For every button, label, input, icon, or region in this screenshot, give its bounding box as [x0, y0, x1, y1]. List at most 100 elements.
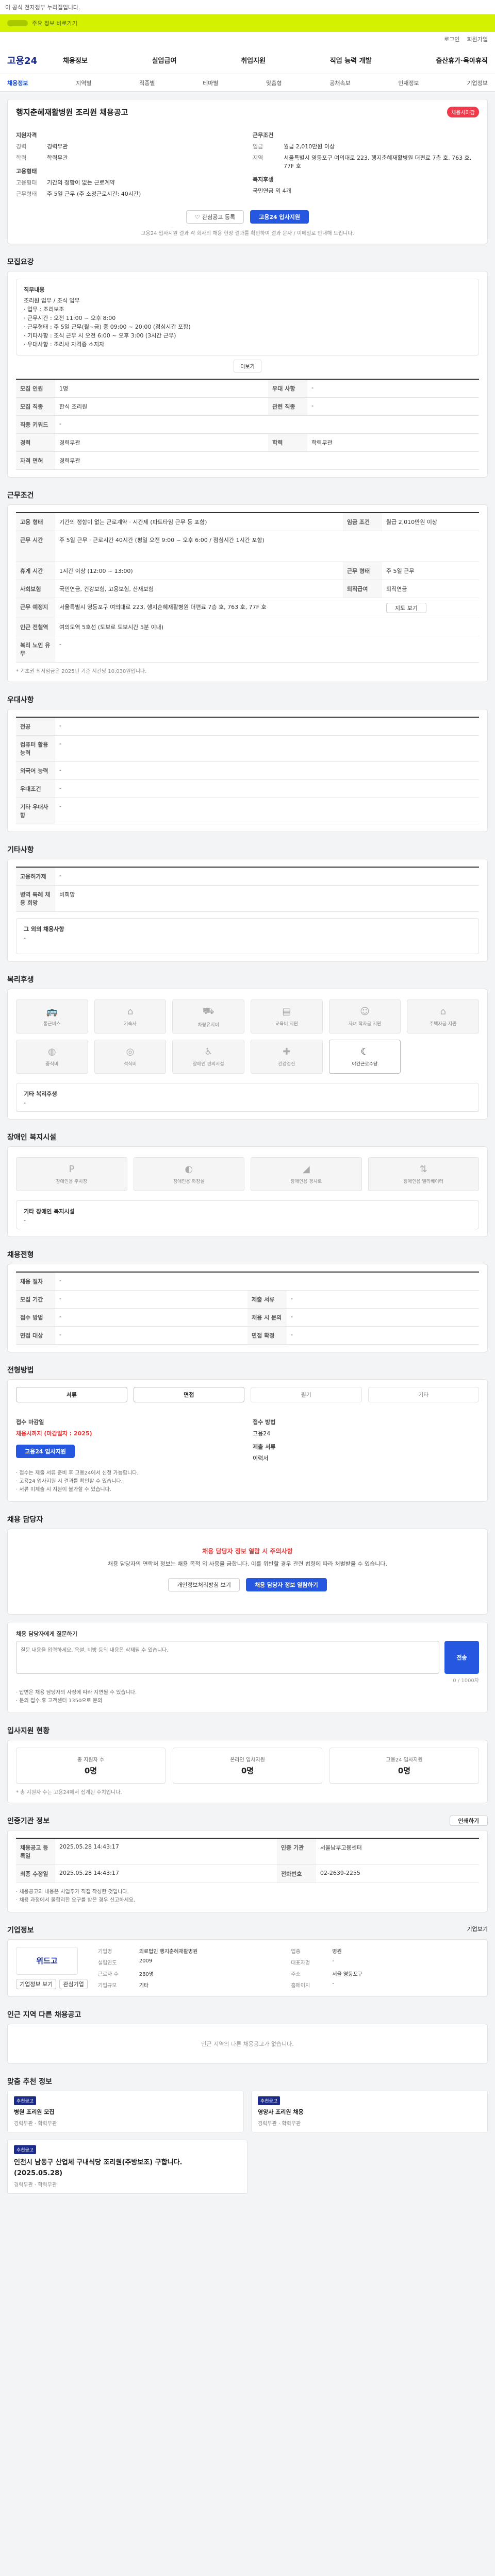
moon-icon: ☾ [360, 1046, 369, 1058]
cell-key: 우대 사항 [268, 379, 308, 398]
status-badge: 채용시마감 [447, 107, 479, 117]
apply-button[interactable]: 고용24 입사지원 [250, 210, 309, 224]
stat-label: 총 지원자 수 [77, 1757, 105, 1763]
table-row: 인근 전철역 여의도역 5호선 (도보로 도보시간 5분 이내) [16, 618, 479, 637]
join-link[interactable]: 회원가입 [467, 35, 488, 43]
apply-label: 고용24 입사지원 [259, 214, 300, 221]
welfare-label: 자녀 학자금 지원 [348, 1022, 382, 1027]
gnb-item-jobs[interactable]: 채용정보 [63, 55, 88, 65]
company-header: 기업정보 기업보기 [7, 1925, 488, 1935]
kv-value: 기간의 정함이 없는 근로계약 [47, 179, 115, 186]
kv-key: 고용형태 [16, 179, 37, 186]
recommend-card[interactable]: 추천공고 병원 조리원 모집 경력무관 · 학력무관 [7, 2090, 244, 2132]
gnb-item-leave[interactable]: 출산휴가·육아휴직 [436, 55, 488, 65]
disabled-grid: P 장애인용 주차장 ◐ 장애인용 화장실 ◢ 장애인용 경사로 ⇅ 장애인용 엘리베이… [16, 1154, 479, 1194]
info-card: 채용공고 등록일 2025.05.28 14:43:17 인증 기관 서울남부고용센터… [7, 1829, 488, 1912]
cell-key: 인증 기관 [276, 1838, 316, 1865]
ask-card: 채용 담당자에게 질문하기 전송 0 / 1000자 · 답변은 채용 담당자의… [7, 1621, 488, 1713]
question-input[interactable] [16, 1640, 440, 1674]
cell-key: 고용 형태 [16, 513, 55, 532]
snb-item[interactable]: 기업정보 [467, 79, 487, 87]
recommend-area: 추천공고 병원 조리원 모집 경력무관 · 학력무관 추천공고 영양사 조리원 … [7, 2090, 488, 2194]
welfare-card: 🚌 통근버스 ⌂ 기숙사 ⛟ 차량유지비 ▤ 교육비 지원 ☺ 자녀 학자금 지원 ⌂ 주택… [7, 989, 488, 1120]
login-link[interactable]: 로그인 [444, 35, 459, 43]
snb-item[interactable]: 공채속보 [329, 79, 350, 87]
contact-alert-title: 채용 담당자 정보 열람 시 주의사항 [202, 1548, 293, 1555]
cell-value: 기간의 정함이 없는 근로계약 · 시간제 (파트타임 근무 등 포함) [55, 513, 343, 532]
book-icon: ▤ [282, 1006, 291, 1018]
recommend-card-large[interactable]: 추천공고 인천시 남동구 산업체 구내식당 조리원(주방보조) 구합니다. (2… [7, 2139, 248, 2194]
kv-key: 학력 [16, 155, 27, 161]
logo[interactable]: 고용24 [7, 54, 63, 67]
table-row: 근무 시간 주 5일 근무 · 근로시간 40시간 (평일 오전 9:00 ~ 오… [16, 531, 479, 563]
table-row: 복리 노인 유무 - [16, 636, 479, 663]
send-button[interactable]: 전송 [444, 1640, 479, 1674]
recommend-card[interactable]: 추천공고 영양사 조리원 채용 경력무관 · 학력무관 [251, 2090, 488, 2132]
cell-value: - [55, 798, 479, 825]
table-row: 우대조건 - [16, 779, 479, 799]
snb-item[interactable]: 지역별 [76, 79, 91, 87]
step-item: 면접 [133, 1387, 244, 1403]
snb-item[interactable]: 테마별 [203, 79, 218, 87]
snb-item[interactable]: 인재정보 [398, 79, 419, 87]
privacy-policy-button[interactable]: 개인정보처리방침 보기 [168, 1578, 240, 1591]
disabled-card: P 장애인용 주차장 ◐ 장애인용 화장실 ◢ 장애인용 경사로 ⇅ 장애인용 엘리베이… [7, 1146, 488, 1238]
cell-value: - [332, 1980, 334, 1987]
gnb-item-training[interactable]: 직업 능력 개발 [330, 55, 372, 65]
bus-icon: 🚌 [46, 1006, 58, 1018]
recommend-meta: 학력무관 [282, 2121, 301, 2127]
wheelchair-icon: ♿ [204, 1046, 213, 1058]
welfare-label: 장애인 편의시설 [192, 1062, 224, 1067]
scrap-button[interactable]: ♡ 관심공고 등록 [186, 210, 244, 224]
gnb-item-employment-support[interactable]: 취업지원 [241, 55, 266, 65]
cell-key: 주소 [291, 1971, 301, 1977]
status-note: * 총 지원자 수는 고용24에서 집계된 수치입니다. [16, 1789, 122, 1795]
section-title: 인근 지역 다른 채용공고 [7, 2010, 81, 2019]
disabled-etc-box: 기타 장애인 복지시설 - [16, 1200, 479, 1230]
welfare-item: ⌂ 기숙사 [94, 999, 167, 1034]
heart-icon: ♡ [195, 213, 200, 221]
cell-value: 국민연금, 건강보험, 고용보험, 산재보험 [55, 580, 343, 599]
house-icon: ⌂ [127, 1006, 134, 1018]
company-more-link[interactable]: 기업보기 [467, 1925, 488, 1935]
conditions-card: 고용 형태 기간의 정함이 없는 근로계약 · 시간제 (파트타임 근무 등 포함… [7, 504, 488, 683]
kv-key: 지역 [253, 155, 263, 161]
table-row: 채용공고 등록일 2025.05.28 14:43:17 인증 기관 서울남부고용센터 [16, 1838, 479, 1865]
company-logo: 위드고 [16, 1946, 78, 1975]
kv-value: 경력무관 [47, 143, 68, 150]
cell-value: 의료법인 행지춘혜재활병원 [139, 1948, 198, 1955]
apply-button-2[interactable]: 고용24 입사지원 [16, 1445, 75, 1459]
apply-note: · 서류 미제출 시 지원이 불가할 수 있습니다. [16, 1487, 112, 1493]
cell-value: 2009 [139, 1958, 153, 1964]
disabled-label: 장애인용 엘리베이터 [403, 1179, 443, 1185]
company-card: 위드고 기업정보 보기 관심기업 기업명 의료법인 행지춘혜재활병원 업종 병원 설… [7, 1939, 488, 1997]
welfare-value: 국민연금 외 4개 [253, 188, 291, 194]
snb-item[interactable]: 맞춤형 [266, 79, 282, 87]
cell-value: 경력무관 [55, 451, 479, 470]
view-contact-button[interactable]: 채용 담당자 정보 열람하기 [245, 1578, 327, 1591]
gov-notice-bar: 이 공식 전자정부 누리집입니다. [0, 0, 495, 14]
more-button[interactable]: 더보기 [234, 360, 261, 373]
welfare-etc-label: 기타 복리후생 [24, 1091, 57, 1098]
etc-label: 그 외의 채용사항 [24, 926, 64, 933]
company-table: 기업명 의료법인 행지춘혜재활병원 업종 병원 설립연도 2009 대표자명 - 근로자… [98, 1947, 479, 1989]
welfare-label: 기숙사 [124, 1022, 137, 1027]
gnb-item-unemployment[interactable]: 실업급여 [152, 55, 177, 65]
cell-value: - [307, 379, 479, 398]
favorite-company-button[interactable]: 관심기업 [59, 1978, 88, 1989]
toggle-icon[interactable] [7, 20, 28, 26]
cell-value: 주 5일 근무 [382, 562, 479, 581]
cell-value: 1명 [55, 379, 269, 398]
info-header: 인증기관 정보 인쇄하기 [7, 1815, 488, 1826]
cell-key: 근무 예정지 [16, 598, 55, 619]
info-note: · 채용공고의 내용은 사업주가 직접 작성한 것입니다. [16, 1889, 129, 1895]
print-button[interactable]: 인쇄하기 [449, 1815, 488, 1826]
disabled-item: ⇅ 장애인용 엘리베이터 [368, 1157, 479, 1192]
snb-item[interactable]: 채용정보 [7, 79, 28, 87]
welfare-label: 건강검진 [278, 1062, 295, 1067]
company-info-button[interactable]: 기업정보 보기 [16, 1978, 57, 1989]
cell-key: 채용 절차 [16, 1272, 55, 1291]
map-button[interactable]: 지도 보기 [386, 603, 426, 614]
welfare-item: ▤ 교육비 지원 [251, 999, 323, 1034]
snb-item[interactable]: 직종별 [139, 79, 155, 87]
